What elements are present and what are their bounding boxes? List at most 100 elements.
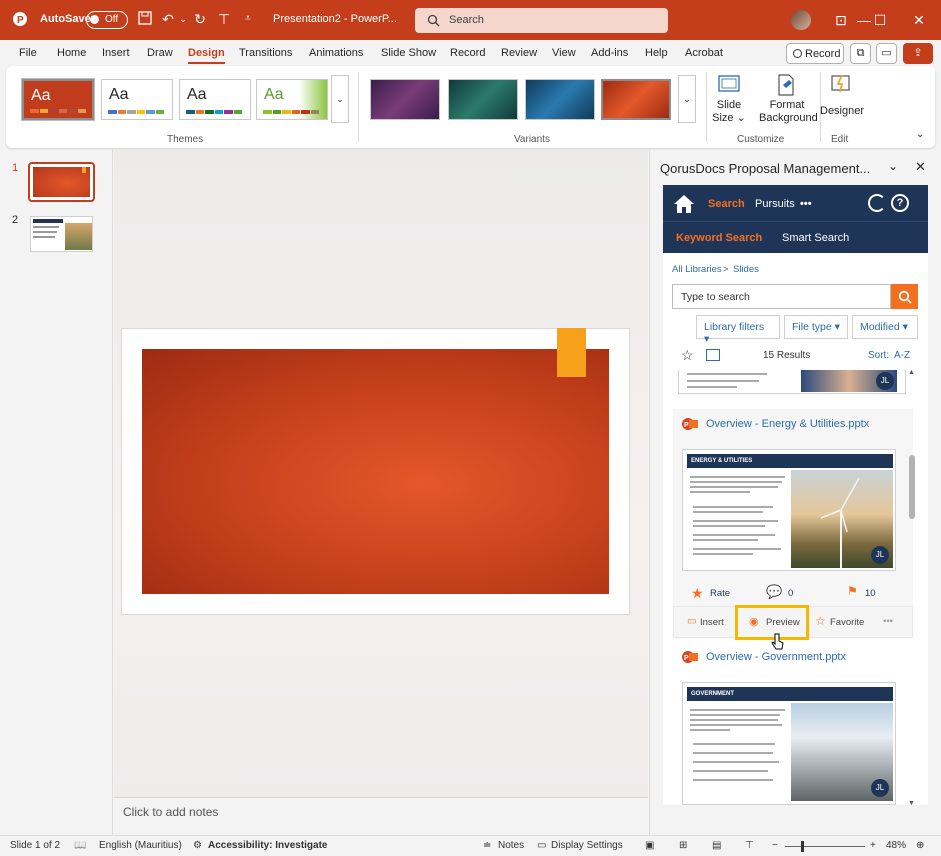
tab-keyword-search[interactable]: Keyword Search xyxy=(676,232,762,244)
theme-option-1[interactable]: Aa xyxy=(21,78,95,121)
home-icon[interactable] xyxy=(673,194,695,214)
nav-search[interactable]: Search xyxy=(708,198,745,210)
zoom-slider-thumb[interactable] xyxy=(801,841,804,852)
undo-icon[interactable]: ↶ xyxy=(160,11,176,27)
zoom-in-icon[interactable]: + xyxy=(870,840,876,851)
fit-slide-icon[interactable]: ⊕ xyxy=(916,840,924,851)
tab-add-ins[interactable]: Add-ins xyxy=(591,47,628,59)
scroll-down-icon[interactable]: ▼ xyxy=(908,800,915,805)
sort-value[interactable]: A-Z xyxy=(894,350,910,361)
library-filters-dropdown[interactable]: Library filters ▾ xyxy=(696,315,780,345)
undo-dropdown-icon[interactable]: ⌄ xyxy=(175,11,191,27)
slide-size-button[interactable]: Slide Size ⌄ xyxy=(712,71,746,129)
library-search-input[interactable]: Type to search xyxy=(672,284,891,309)
favorites-star-icon[interactable]: ☆ xyxy=(681,347,694,364)
teams-share-icon[interactable]: ⧉ xyxy=(850,43,871,64)
notes-toggle[interactable]: Notes xyxy=(498,840,524,851)
tab-record[interactable]: Record xyxy=(450,47,485,59)
result-thumbnail-1[interactable]: ENERGY & UTILITIES JL xyxy=(682,449,896,571)
present-icon[interactable]: ⊤ xyxy=(216,11,232,27)
save-icon[interactable] xyxy=(137,11,153,27)
record-button[interactable]: Record xyxy=(786,43,844,64)
sort-label[interactable]: Sort: xyxy=(868,350,889,361)
search-box[interactable]: Search xyxy=(415,8,668,33)
variant-option-3[interactable] xyxy=(525,79,595,120)
tab-acrobat[interactable]: Acrobat xyxy=(685,47,723,59)
theme-option-4[interactable]: Aa xyxy=(256,79,328,120)
result-title-1[interactable]: Overview - Energy & Utilities.pptx xyxy=(706,418,869,430)
breadcrumb-root[interactable]: All Libraries xyxy=(672,264,722,275)
favorite-button[interactable]: Favorite xyxy=(830,617,864,628)
customize-qat-icon[interactable]: ⩡ xyxy=(240,11,256,27)
rate-star-icon[interactable]: ★ xyxy=(691,585,704,602)
collapse-ribbon-icon[interactable]: ⌄ xyxy=(916,129,924,140)
insert-icon[interactable]: ▭ xyxy=(687,616,696,627)
more-actions-icon[interactable]: ••• xyxy=(883,616,893,627)
nav-more-icon[interactable]: ••• xyxy=(800,198,812,210)
format-background-button[interactable]: Format Background xyxy=(759,71,818,129)
tab-file[interactable]: File xyxy=(19,47,37,59)
slide-sorter-icon[interactable]: ⊞ xyxy=(679,840,687,851)
zoom-level[interactable]: 48% xyxy=(886,840,906,851)
pane-options-icon[interactable]: ⌄ xyxy=(888,159,898,173)
accessibility-icon[interactable]: ⚙ xyxy=(193,840,202,851)
close-icon[interactable]: ✕ xyxy=(907,8,931,32)
zoom-slider[interactable] xyxy=(785,841,865,852)
tab-smart-search[interactable]: Smart Search xyxy=(782,232,849,244)
tab-view[interactable]: View xyxy=(552,47,576,59)
tab-animations[interactable]: Animations xyxy=(309,47,363,59)
themes-more-icon[interactable]: ⌄ xyxy=(331,75,349,123)
insert-button[interactable]: Insert xyxy=(700,617,724,628)
result-thumbnail-2[interactable]: GOVERNMENT JL xyxy=(682,682,896,805)
results-scrollbar-track[interactable] xyxy=(908,370,918,800)
rate-label[interactable]: Rate xyxy=(710,588,730,599)
ribbon-display-icon[interactable]: ⊡ xyxy=(829,8,853,32)
variant-option-4[interactable] xyxy=(601,79,671,120)
normal-view-icon[interactable]: ▣ xyxy=(645,840,654,851)
display-settings[interactable]: Display Settings xyxy=(551,840,623,851)
variant-option-1[interactable] xyxy=(370,79,440,120)
zoom-out-icon[interactable]: − xyxy=(772,840,778,851)
slide-thumbnail-2[interactable] xyxy=(30,216,93,252)
tab-design[interactable]: Design xyxy=(188,47,225,64)
theme-option-3[interactable]: Aa xyxy=(179,79,251,120)
library-search-button[interactable] xyxy=(891,284,918,309)
slideshow-view-icon[interactable]: ⊤ xyxy=(745,840,754,851)
language-indicator[interactable]: English (Mauritius) xyxy=(99,840,182,851)
theme-option-2[interactable]: Aa xyxy=(101,79,173,120)
autosave-toggle[interactable]: Off xyxy=(86,11,128,29)
accessibility-status[interactable]: Accessibility: Investigate xyxy=(208,840,328,851)
view-toggle-icon[interactable] xyxy=(706,349,720,361)
variant-option-2[interactable] xyxy=(448,79,518,120)
spelling-icon[interactable]: 📖 xyxy=(74,840,86,851)
tab-review[interactable]: Review xyxy=(501,47,537,59)
modified-dropdown[interactable]: Modified ▾ xyxy=(852,315,918,339)
display-settings-icon[interactable]: ▭ xyxy=(537,840,546,851)
notes-area[interactable]: Click to add notes xyxy=(114,797,648,835)
pane-close-icon[interactable]: ✕ xyxy=(915,159,926,175)
scroll-up-icon[interactable]: ▲ xyxy=(908,369,915,376)
result-title-2[interactable]: Overview - Government.pptx xyxy=(706,651,846,663)
tab-insert[interactable]: Insert xyxy=(102,47,130,59)
reading-view-icon[interactable]: ▤ xyxy=(712,840,721,851)
tab-slide-show[interactable]: Slide Show xyxy=(381,47,436,59)
file-type-dropdown[interactable]: File type ▾ xyxy=(784,315,848,339)
tab-help[interactable]: Help xyxy=(645,47,668,59)
favorite-star-icon[interactable]: ☆ xyxy=(815,614,826,628)
designer-button[interactable]: Designer xyxy=(820,71,864,117)
variants-more-icon[interactable]: ⌄ xyxy=(678,75,696,123)
comments-icon[interactable]: ▭ xyxy=(876,43,897,64)
refresh-icon[interactable] xyxy=(868,194,886,212)
slide-thumbnail-1[interactable] xyxy=(28,162,95,202)
redo-icon[interactable]: ↻ xyxy=(192,11,208,27)
breadcrumb-current[interactable]: Slides xyxy=(733,264,759,275)
results-scrollbar-thumb[interactable] xyxy=(909,455,915,519)
maximize-icon[interactable]: ☐ xyxy=(868,8,892,32)
tab-draw[interactable]: Draw xyxy=(147,47,173,59)
user-avatar[interactable] xyxy=(791,10,811,30)
previous-result-thumbnail[interactable]: JL xyxy=(678,370,906,394)
help-icon[interactable]: ? xyxy=(891,194,909,212)
comments-icon[interactable]: 💬 xyxy=(766,584,782,600)
tab-transitions[interactable]: Transitions xyxy=(239,47,292,59)
tab-home[interactable]: Home xyxy=(57,47,86,59)
